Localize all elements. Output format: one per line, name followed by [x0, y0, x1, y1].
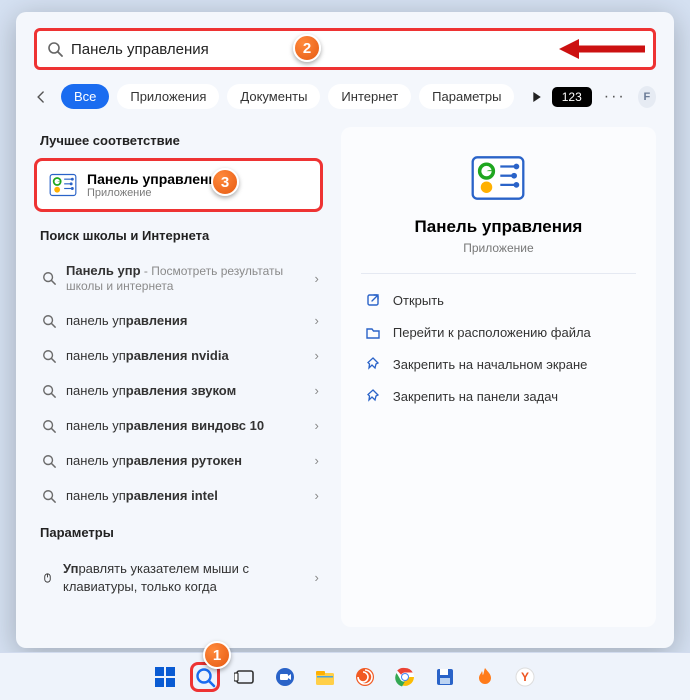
overflow-menu[interactable]: ···	[600, 88, 630, 106]
suggestion-item[interactable]: панель управления ›	[34, 303, 323, 338]
section-best-match: Лучшее соответствие	[40, 133, 323, 148]
tab-docs[interactable]: Документы	[227, 84, 320, 109]
action-label: Перейти к расположению файла	[393, 325, 591, 340]
spiral-icon	[354, 666, 376, 688]
open-icon	[365, 292, 381, 308]
divider	[361, 273, 636, 274]
chevron-right-icon: ›	[315, 348, 319, 363]
chevron-right-icon: ›	[315, 313, 319, 328]
chevron-right-icon: ›	[315, 488, 319, 503]
pin-icon	[365, 388, 381, 404]
action-pin-start[interactable]: Закрепить на начальном экране	[361, 348, 636, 380]
suggestion-item[interactable]: Панель упр - Посмотреть результаты школы…	[34, 253, 323, 303]
tab-apps[interactable]: Приложения	[117, 84, 219, 109]
search-icon	[194, 666, 216, 688]
action-label: Закрепить на начальном экране	[393, 357, 588, 372]
annotation-arrow	[557, 34, 647, 64]
action-label: Закрепить на панели задач	[393, 389, 558, 404]
search-icon	[42, 271, 56, 285]
action-pin-taskbar[interactable]: Закрепить на панели задач	[361, 380, 636, 412]
start-button[interactable]	[150, 662, 180, 692]
suggestion-item[interactable]: панель управления звуком ›	[34, 373, 323, 408]
search-icon	[42, 384, 56, 398]
save-icon	[434, 666, 456, 688]
action-label: Открыть	[393, 293, 444, 308]
search-icon	[42, 454, 56, 468]
best-match-item[interactable]: Панель управления Приложение	[34, 158, 323, 212]
best-match-subtitle: Приложение	[87, 187, 225, 199]
best-match-title: Панель управления	[87, 171, 225, 187]
explorer-icon	[314, 666, 336, 688]
filter-tabs: Все Приложения Документы Интернет Параме…	[34, 84, 656, 109]
chevron-right-icon: ›	[315, 569, 319, 587]
taskbar-app[interactable]	[310, 662, 340, 692]
tab-settings[interactable]: Параметры	[419, 84, 514, 109]
chevron-right-icon: ›	[315, 418, 319, 433]
search-window: Все Приложения Документы Интернет Параме…	[16, 12, 674, 648]
windows-logo-icon	[154, 666, 176, 688]
search-icon	[42, 419, 56, 433]
taskbar: Y	[0, 652, 690, 700]
settings-item[interactable]: Управлять указателем мыши с клавиатуры, …	[34, 550, 323, 605]
taskbar-app[interactable]	[230, 662, 260, 692]
search-icon	[42, 314, 56, 328]
search-icon	[42, 349, 56, 363]
preview-pane: Панель управления Приложение Открыть Пер…	[341, 127, 656, 627]
flame-icon	[474, 666, 496, 688]
mouse-icon	[42, 570, 53, 586]
search-bar[interactable]	[34, 28, 656, 70]
preview-subtitle: Приложение	[361, 241, 636, 255]
suggestion-item[interactable]: панель управления intel ›	[34, 478, 323, 513]
preview-title: Панель управления	[361, 217, 636, 237]
control-panel-icon	[470, 155, 526, 201]
taskbar-app[interactable]	[390, 662, 420, 692]
more-tabs-icon[interactable]	[530, 89, 543, 105]
search-icon	[42, 489, 56, 503]
taskbar-app[interactable]: Y	[510, 662, 540, 692]
taskbar-app[interactable]	[350, 662, 380, 692]
suggestion-item[interactable]: панель управления nvidia ›	[34, 338, 323, 373]
action-open-location[interactable]: Перейти к расположению файла	[361, 316, 636, 348]
taskbar-app[interactable]	[470, 662, 500, 692]
tab-all[interactable]: Все	[61, 84, 109, 109]
back-icon[interactable]	[34, 88, 49, 106]
folder-icon	[365, 324, 381, 340]
suggestion-item[interactable]: панель управления виндовс 10 ›	[34, 408, 323, 443]
taskbar-app[interactable]	[430, 662, 460, 692]
section-web: Поиск школы и Интернета	[40, 228, 323, 243]
svg-text:Y: Y	[521, 670, 529, 684]
taskview-icon	[234, 666, 256, 688]
tab-web[interactable]: Интернет	[328, 84, 411, 109]
taskbar-app[interactable]	[270, 662, 300, 692]
yandex-icon: Y	[514, 666, 536, 688]
chevron-right-icon: ›	[315, 453, 319, 468]
chrome-icon	[394, 666, 416, 688]
annotation-bullet-3: 3	[211, 168, 239, 196]
suggestion-item[interactable]: панель управления рутокен ›	[34, 443, 323, 478]
pin-icon	[365, 356, 381, 372]
badge-123[interactable]: 123	[552, 87, 592, 107]
chevron-right-icon: ›	[315, 271, 319, 286]
action-open[interactable]: Открыть	[361, 284, 636, 316]
search-icon	[47, 41, 63, 57]
control-panel-icon	[49, 171, 77, 199]
annotation-bullet-2: 2	[293, 34, 321, 62]
user-avatar[interactable]: F	[638, 86, 656, 108]
annotation-bullet-1: 1	[203, 641, 231, 669]
results-pane: Лучшее соответствие Панель управления Пр…	[34, 127, 323, 627]
chevron-right-icon: ›	[315, 383, 319, 398]
section-settings: Параметры	[40, 525, 323, 540]
camera-icon	[274, 666, 296, 688]
